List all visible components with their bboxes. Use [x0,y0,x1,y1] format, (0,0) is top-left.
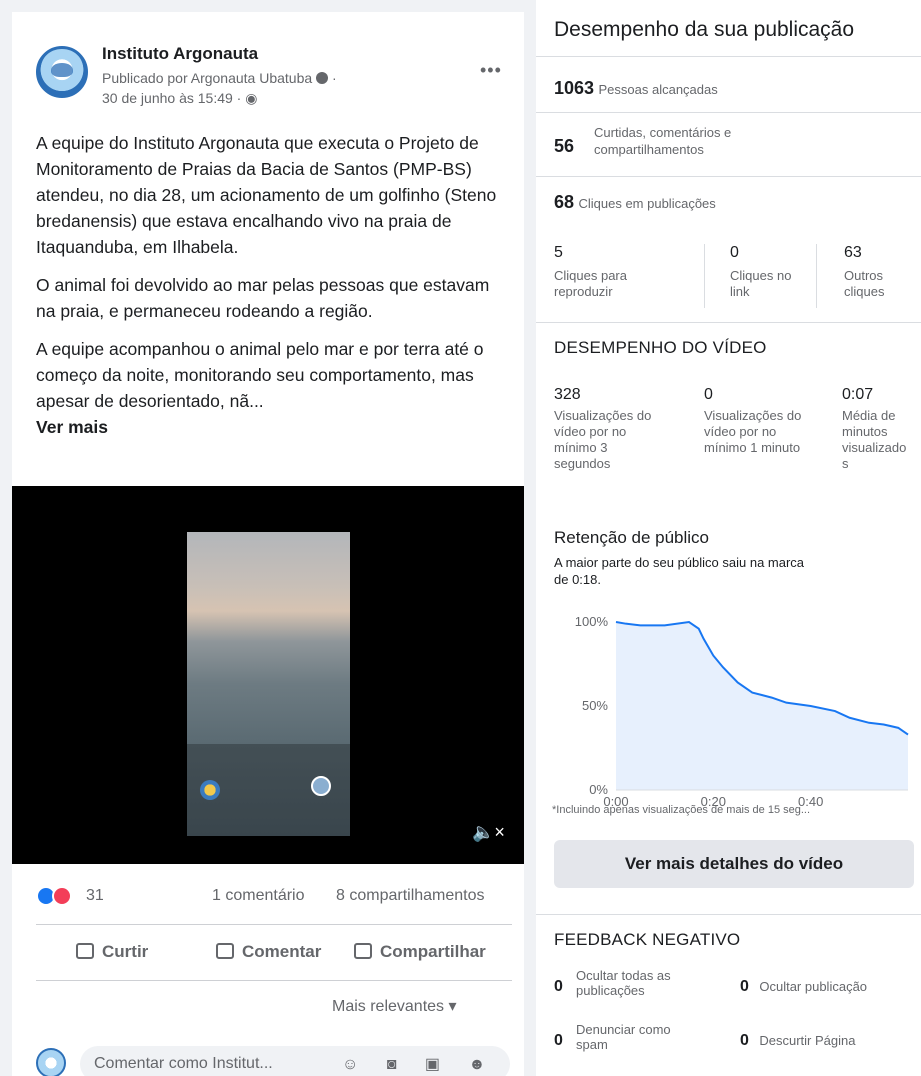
like-button[interactable]: Curtir [76,942,148,962]
negative-feedback-heading: FEEDBACK NEGATIVO [554,930,741,949]
comment-input[interactable]: Comentar como Institut... ☺ ◙ ▣ ☻ [80,1046,510,1076]
video-views-1min: 0 Visualizações do vídeo por no mínimo 1… [704,386,802,455]
clicks-play: 5 Cliques para reproduzir [554,244,627,299]
y-tick-label: 50% [582,698,608,713]
video-avg-minutes: 0:07 Média de minutos visualizado s [842,386,907,471]
video-details-button[interactable]: Ver mais detalhes do vídeo [554,840,914,888]
unlike-page-stat: 0 Descurtir Página [740,1032,856,1049]
column-separator [816,244,817,308]
sort-comments-dropdown[interactable]: Mais relevantes ▾ [332,996,457,1016]
see-more-link[interactable]: Ver mais [36,417,108,437]
retention-area [616,622,908,790]
page-avatar[interactable] [36,46,88,98]
post-paragraph-1: A equipe do Instituto Argonauta que exec… [36,133,497,257]
comment-attachment-icons[interactable]: ☺ ◙ ▣ ☻ [342,1054,497,1074]
divider [36,980,512,981]
divider [536,914,921,915]
thumbs-up-icon [76,943,94,959]
reach-stat: 1063 Pessoas alcançadas [554,78,718,98]
divider [536,112,921,113]
video-performance-heading: DESEMPENHO DO VÍDEO [554,338,767,357]
commenter-avatar [36,1048,66,1076]
column-separator [704,244,705,308]
comment-composer: Comentar como Institut... ☺ ◙ ▣ ☻ [36,1046,512,1076]
reactions-bar: 31 1 comentário 8 compartilhamentos [36,882,512,912]
more-options-button[interactable]: ••• [480,60,502,81]
comment-button[interactable]: Comentar [216,942,321,962]
page-name[interactable]: Instituto Argonauta [102,44,258,64]
video-frame[interactable] [187,532,350,836]
profile-dot-icon [316,72,329,84]
post-date[interactable]: 30 de junho às 15:49 · ◉ [102,90,257,107]
comment-count[interactable]: 1 comentário [212,887,305,905]
retention-chart: 100%50%0%0:00 0:20 0:40 [575,614,909,809]
post-text: A equipe do Instituto Argonauta que exec… [36,130,512,440]
watermark-logo-left [200,780,220,800]
y-tick-label: 100% [575,614,609,629]
divider [536,322,921,323]
divider [36,924,512,925]
post-card: Instituto Argonauta Publicado por Argona… [12,12,524,1076]
love-reaction-icon[interactable] [52,886,72,906]
post-actions: Curtir Comentar Compartilhar [36,936,512,972]
post-paragraph-3: A equipe acompanhou o animal pelo mar e … [36,339,484,437]
video-views-3s: 328 Visualizações do vídeo por no mínimo… [554,386,652,471]
divider [536,56,921,57]
mute-icon[interactable]: 🔈× [472,822,505,843]
engagement-stat: 56 [554,136,575,156]
reaction-count[interactable]: 31 [86,887,104,905]
post-header: Instituto Argonauta Publicado por Argona… [36,42,506,122]
comment-placeholder: Comentar como Institut... [94,1055,273,1072]
divider [536,176,921,177]
watermark-logo-right [311,776,331,796]
hide-post-stat: 0 Ocultar publicação [740,978,868,995]
video-player[interactable]: 🔈× [12,486,524,864]
published-by: Publicado por Argonauta Ubatuba · [102,70,337,86]
retention-title: Retenção de público [554,528,710,547]
share-icon [354,943,372,959]
share-button[interactable]: Compartilhar [354,942,486,962]
comment-icon [216,943,234,959]
clicks-other: 63 Outros cliques [844,244,885,299]
insights-title: Desempenho da sua publicação [554,18,855,41]
share-count[interactable]: 8 compartilhamentos [336,887,485,905]
insights-panel: Desempenho da sua publicação 1063 Pessoa… [536,0,921,1076]
clicks-stat: 68 Cliques em publicações [554,192,716,212]
engagement-label: Curtidas, comentários e compartilhamento… [594,125,732,157]
post-paragraph-2: O animal foi devolvido ao mar pelas pess… [36,275,490,321]
retention-description: A maior parte do seu público saiu na mar… [554,555,805,587]
clicks-link: 0 Cliques no link [730,244,792,299]
chart-footnote: *Incluindo apenas visualizações de mais … [552,804,811,816]
globe-icon: ◉ [245,90,258,106]
screen: Instituto Argonauta Publicado por Argona… [0,0,921,1076]
